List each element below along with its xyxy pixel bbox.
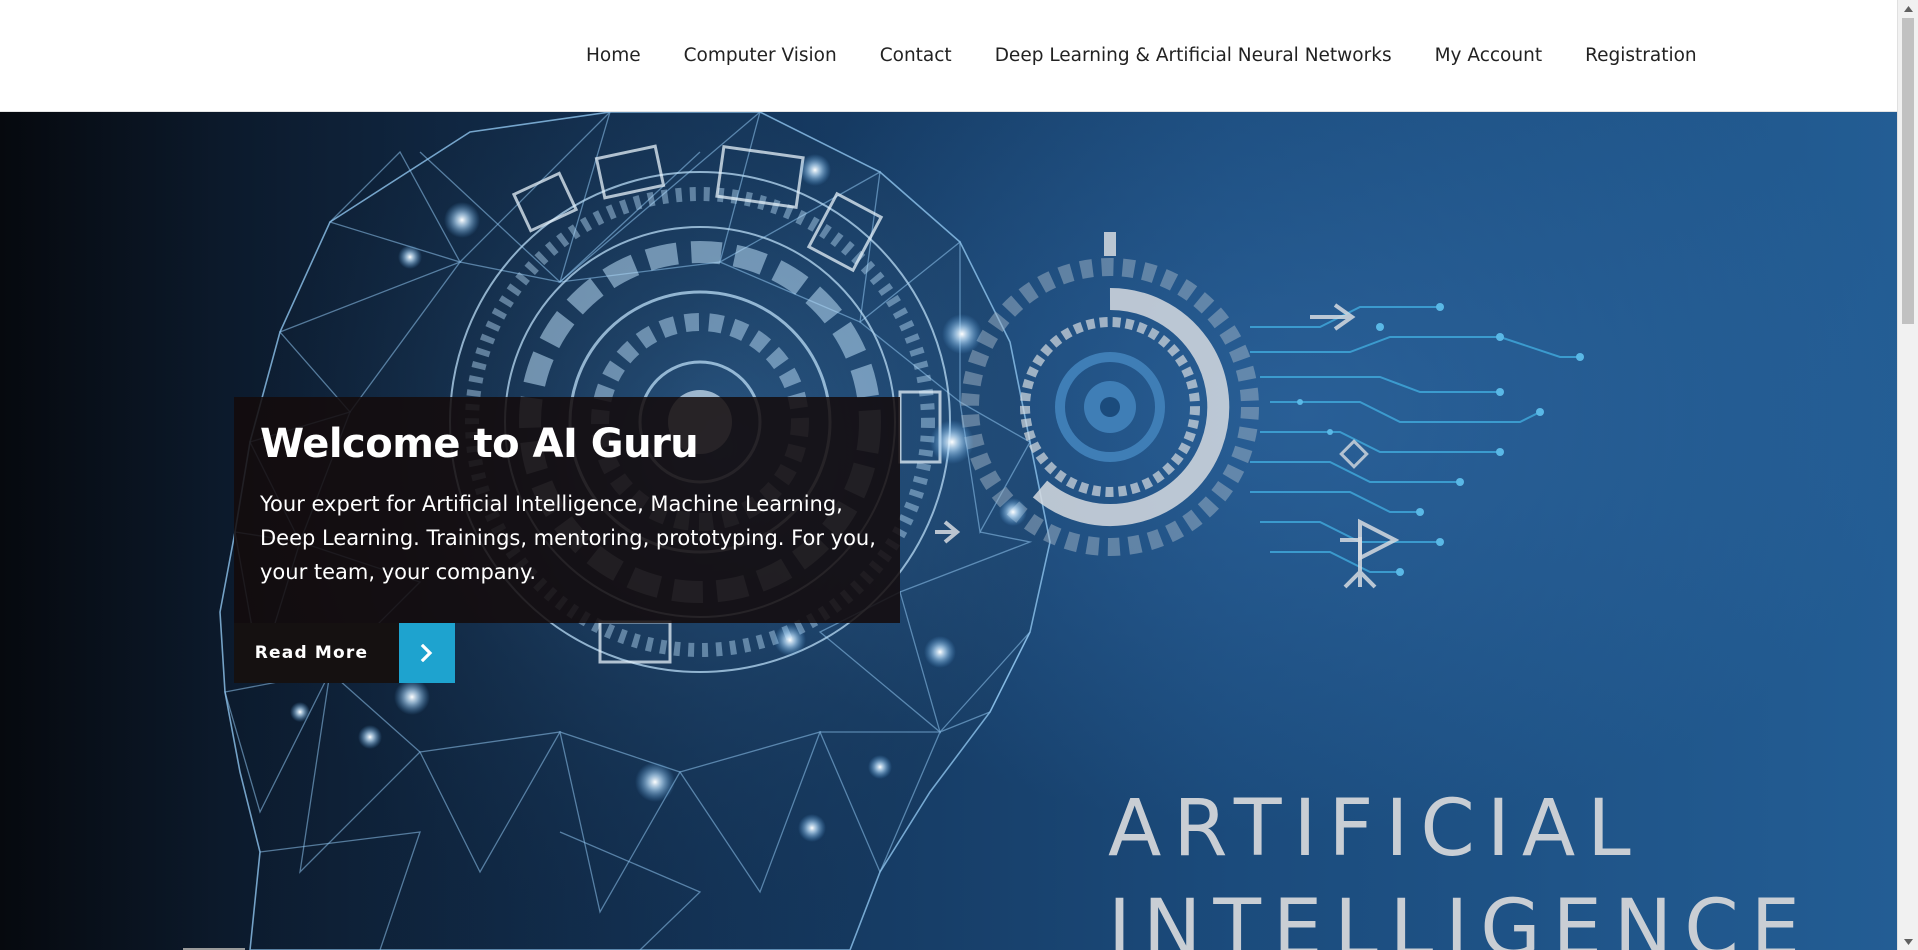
nav-deep-learning[interactable]: Deep Learning & Artificial Neural Networ… xyxy=(995,45,1392,66)
hero-description: Your expert for Artificial Intelligence,… xyxy=(260,492,876,584)
scroll-up-arrow-icon[interactable] xyxy=(1898,0,1918,17)
scroll-down-arrow-icon[interactable] xyxy=(1898,933,1918,950)
nav-home[interactable]: Home xyxy=(586,45,641,66)
chevron-right-icon[interactable] xyxy=(399,623,455,683)
browser-viewport: Home Computer Vision Contact Deep Learni… xyxy=(0,0,1918,950)
nav-contact[interactable]: Contact xyxy=(880,45,952,66)
read-more-button[interactable]: Read More xyxy=(234,623,455,683)
site-header: Home Computer Vision Contact Deep Learni… xyxy=(0,0,1897,112)
hero-caption: Welcome to AI Guru Your expert for Artif… xyxy=(234,397,900,623)
vertical-scrollbar[interactable] xyxy=(1897,0,1918,950)
read-more-label[interactable]: Read More xyxy=(234,623,399,683)
scrollbar-thumb[interactable] xyxy=(1902,18,1914,324)
nav-registration[interactable]: Registration xyxy=(1585,45,1697,66)
banner-text-artificial: ARTIFICIAL xyxy=(1108,784,1643,874)
hero-slider: ARTIFICIAL INTELLIGENCE Welcome to AI Gu… xyxy=(0,112,1897,950)
main-nav: Home Computer Vision Contact Deep Learni… xyxy=(586,0,1697,111)
nav-computer-vision[interactable]: Computer Vision xyxy=(684,45,837,66)
banner-text-intelligence: INTELLIGENCE xyxy=(1108,884,1813,950)
nav-my-account[interactable]: My Account xyxy=(1435,45,1543,66)
hero-title: Welcome to AI Guru xyxy=(260,421,699,467)
